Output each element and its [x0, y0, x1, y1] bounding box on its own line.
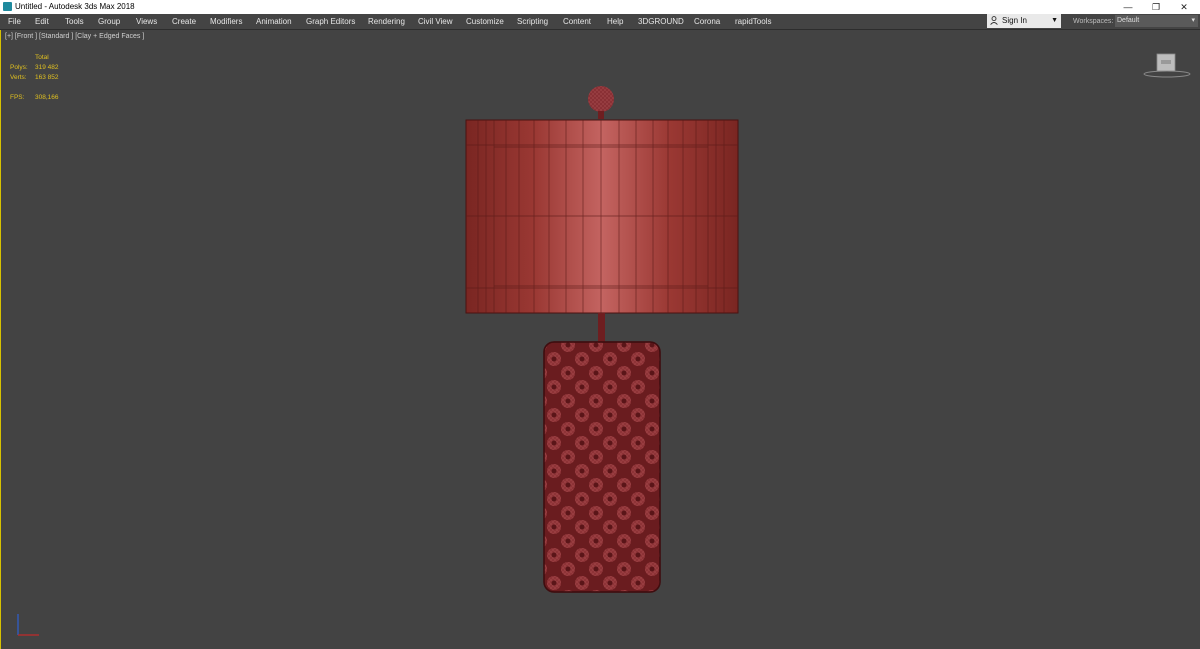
menu-rendering[interactable]: Rendering [368, 14, 405, 29]
app-icon [3, 2, 12, 11]
title-bar: Untitled - Autodesk 3ds Max 2018 — ❐ ✕ [0, 0, 1200, 14]
close-button[interactable]: ✕ [1170, 0, 1198, 14]
chevron-down-icon: ▼ [1051, 17, 1058, 24]
menu-rapidtools[interactable]: rapidTools [735, 14, 771, 29]
workspaces-select[interactable]: Default ▾ [1115, 15, 1198, 27]
menu-file[interactable]: File [8, 14, 21, 29]
menu-corona[interactable]: Corona [694, 14, 720, 29]
minimize-button[interactable]: — [1114, 0, 1142, 14]
restore-button[interactable]: ❐ [1142, 0, 1170, 14]
workspaces-value: Default [1117, 17, 1140, 24]
menu-scripting[interactable]: Scripting [517, 14, 548, 29]
lamp-shade [465, 119, 739, 314]
lamp-model[interactable] [1, 30, 1200, 649]
window-title: Untitled - Autodesk 3ds Max 2018 [15, 2, 135, 11]
menu-tools[interactable]: Tools [65, 14, 84, 29]
menu-content[interactable]: Content [563, 14, 591, 29]
menu-bar: File Edit Tools Group Views Create Modif… [0, 14, 1200, 30]
menu-civil-view[interactable]: Civil View [418, 14, 453, 29]
menu-group[interactable]: Group [98, 14, 120, 29]
menu-3dground[interactable]: 3DGROUND [638, 14, 684, 29]
front-viewport[interactable]: [+] [Front ] [Standard ] [Clay + Edged F… [0, 30, 1200, 649]
workspaces-label: Workspaces: [1073, 18, 1114, 25]
menu-graph-editors[interactable]: Graph Editors [306, 14, 355, 29]
sign-in-label: Sign In [1002, 16, 1027, 25]
lamp-finial [588, 86, 614, 119]
lamp-neck [598, 313, 605, 343]
menu-modifiers[interactable]: Modifiers [210, 14, 242, 29]
menu-views[interactable]: Views [136, 14, 157, 29]
menu-animation[interactable]: Animation [256, 14, 292, 29]
lamp-base [543, 341, 661, 593]
user-icon [990, 16, 998, 25]
chevron-down-icon: ▾ [1191, 17, 1195, 24]
sign-in-dropdown[interactable]: Sign In ▼ [987, 14, 1061, 28]
menu-edit[interactable]: Edit [35, 14, 49, 29]
axis-tripod-icon [17, 614, 39, 636]
menu-customize[interactable]: Customize [466, 14, 504, 29]
menu-help[interactable]: Help [607, 14, 623, 29]
menu-create[interactable]: Create [172, 14, 196, 29]
